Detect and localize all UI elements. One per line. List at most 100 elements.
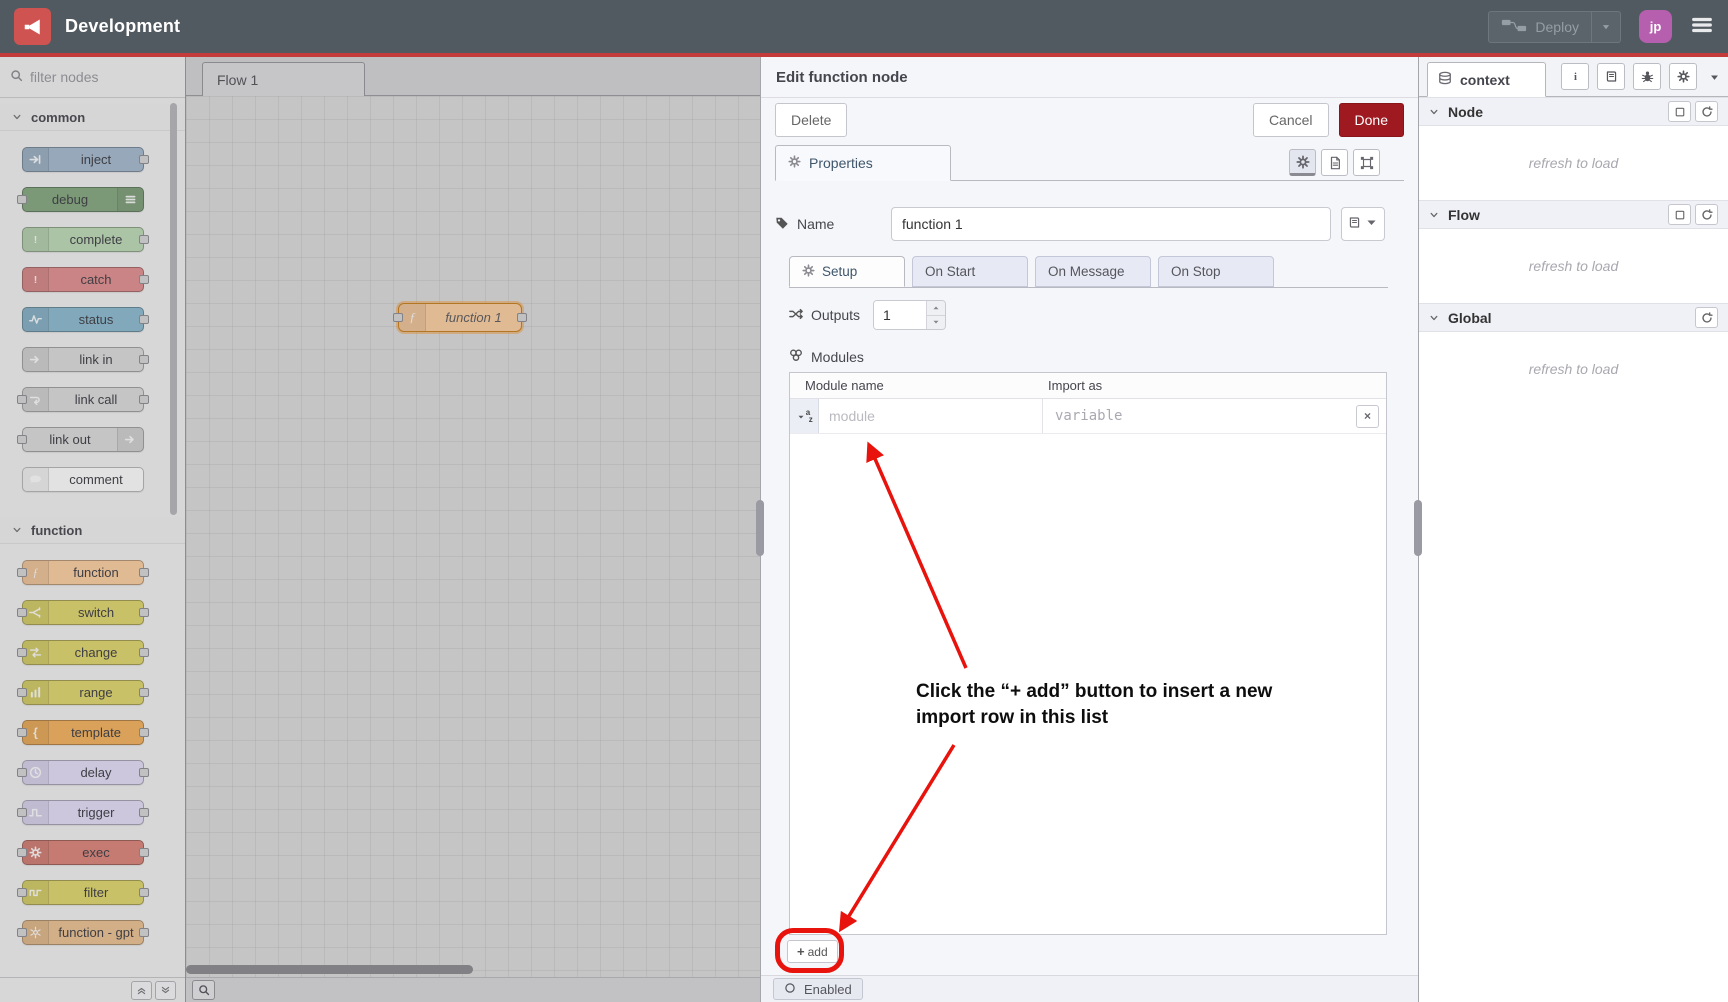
deploy-options-caret[interactable] bbox=[1591, 12, 1620, 42]
tab-debug-button[interactable] bbox=[1633, 63, 1661, 90]
sidebar-resize-grip[interactable] bbox=[1414, 500, 1422, 556]
palette-category-function[interactable]: function bbox=[0, 517, 185, 544]
name-label-options-button[interactable] bbox=[1341, 207, 1385, 241]
collapse-all-button[interactable] bbox=[131, 981, 152, 1000]
outputs-input[interactable] bbox=[874, 301, 926, 329]
deploy-button[interactable]: Deploy bbox=[1488, 11, 1621, 43]
name-input[interactable] bbox=[891, 207, 1331, 241]
node-red-logo-icon bbox=[14, 8, 51, 45]
exclaim-icon: ! bbox=[23, 228, 49, 251]
palette-node-switch[interactable]: switch bbox=[22, 600, 144, 625]
palette-node-inject[interactable]: inject bbox=[22, 147, 144, 172]
refresh-button[interactable] bbox=[1695, 307, 1718, 328]
palette-node-debug[interactable]: debug bbox=[22, 187, 144, 212]
tab-on-message[interactable]: On Message bbox=[1035, 256, 1151, 287]
done-button[interactable]: Done bbox=[1339, 103, 1404, 137]
modules-icon bbox=[789, 348, 803, 365]
palette-node-delay[interactable]: delay bbox=[22, 760, 144, 785]
node-red-app: Development Deploy jp common inject debug!… bbox=[0, 0, 1728, 1002]
palette-node-range[interactable]: range bbox=[22, 680, 144, 705]
tab-on-stop[interactable]: On Stop bbox=[1158, 256, 1274, 287]
add-button[interactable]: + add bbox=[787, 940, 838, 963]
tab-context[interactable]: context bbox=[1427, 62, 1546, 97]
node-input-port bbox=[17, 688, 27, 697]
sidebar-section-flow[interactable]: Flow bbox=[1419, 200, 1728, 229]
row-handle[interactable]: az bbox=[790, 399, 819, 433]
palette-node-status[interactable]: status bbox=[22, 307, 144, 332]
palette-node-link-call[interactable]: link call bbox=[22, 387, 144, 412]
palette-node-function-gpt[interactable]: function - gpt bbox=[22, 920, 144, 945]
palette-node-link-in[interactable]: link in bbox=[22, 347, 144, 372]
main-menu-button[interactable] bbox=[1690, 14, 1714, 39]
node-input-port bbox=[17, 435, 27, 444]
tab-config-button[interactable] bbox=[1669, 63, 1697, 90]
workspace-title: Development bbox=[65, 16, 180, 37]
pages-icon bbox=[1348, 216, 1361, 232]
palette-node-template[interactable]: {template bbox=[22, 720, 144, 745]
module-name-input[interactable] bbox=[819, 399, 1043, 433]
palette-search[interactable] bbox=[0, 57, 185, 98]
chevron-down-icon bbox=[1429, 104, 1439, 120]
tab-info-button[interactable]: i bbox=[1561, 63, 1589, 90]
sidebar-section-node[interactable]: Node bbox=[1419, 97, 1728, 126]
node-input-port bbox=[17, 195, 27, 204]
collapse-section-button[interactable] bbox=[1668, 204, 1691, 225]
tray-footer: Enabled bbox=[761, 975, 1418, 1002]
canvas-grid[interactable]: ƒ function 1 bbox=[186, 96, 760, 977]
palette-node-label: delay bbox=[49, 761, 143, 784]
user-avatar[interactable]: jp bbox=[1639, 10, 1672, 43]
database-icon bbox=[1438, 71, 1452, 88]
refresh-button[interactable] bbox=[1695, 204, 1718, 225]
outputs-increment-button[interactable] bbox=[927, 301, 945, 316]
section-empty-message: refresh to load bbox=[1419, 229, 1728, 303]
palette-node-change[interactable]: change bbox=[22, 640, 144, 665]
collapse-section-button[interactable] bbox=[1668, 101, 1691, 122]
expand-all-button[interactable] bbox=[155, 981, 176, 1000]
enabled-toggle[interactable]: Enabled bbox=[773, 978, 863, 1000]
sidebar-tabs-caret[interactable] bbox=[1709, 70, 1720, 86]
import-as-input[interactable] bbox=[1043, 399, 1356, 433]
palette-node-link-out[interactable]: link out bbox=[22, 427, 144, 452]
canvas-zoom-button[interactable] bbox=[192, 980, 215, 1000]
palette-node-catch[interactable]: !catch bbox=[22, 267, 144, 292]
node-input-port[interactable] bbox=[393, 313, 403, 322]
node-output-port[interactable] bbox=[517, 313, 527, 322]
tab-on-start[interactable]: On Start bbox=[912, 256, 1028, 287]
palette-scrollbar[interactable] bbox=[170, 103, 177, 515]
tab-properties-icon-button[interactable] bbox=[1289, 149, 1316, 176]
palette-node-filter[interactable]: filter bbox=[22, 880, 144, 905]
canvas-horizontal-scrollbar[interactable] bbox=[186, 965, 473, 974]
filter-nodes-input[interactable] bbox=[30, 69, 150, 85]
palette-node-function[interactable]: ƒfunction bbox=[22, 560, 144, 585]
palette-category-common[interactable]: common bbox=[0, 104, 185, 131]
palette-node-label: trigger bbox=[49, 801, 143, 824]
palette-node-complete[interactable]: !complete bbox=[22, 227, 144, 252]
sidebar-section-global[interactable]: Global bbox=[1419, 303, 1728, 332]
tab-help-button[interactable] bbox=[1597, 63, 1625, 90]
tab-properties[interactable]: Properties bbox=[775, 145, 951, 181]
pulse-icon bbox=[23, 308, 49, 331]
flow-tabbar: Flow 1 bbox=[186, 57, 760, 96]
tab-description-button[interactable] bbox=[1321, 149, 1348, 176]
tab-flow-1[interactable]: Flow 1 bbox=[202, 62, 365, 96]
flow-canvas[interactable]: Flow 1 ƒ function 1 bbox=[186, 57, 760, 1002]
palette-node-comment[interactable]: comment bbox=[22, 467, 144, 492]
tray-resize-grip[interactable] bbox=[756, 500, 764, 556]
outputs-decrement-button[interactable] bbox=[927, 316, 945, 330]
sidebar-tabbar: context i bbox=[1419, 57, 1728, 97]
palette-node-label: range bbox=[49, 681, 143, 704]
remove-row-button[interactable]: × bbox=[1356, 405, 1379, 428]
palette-node-exec[interactable]: exec bbox=[22, 840, 144, 865]
comment-icon bbox=[23, 468, 49, 491]
palette-node-label: link out bbox=[23, 428, 117, 451]
canvas-node-function-1[interactable]: ƒ function 1 bbox=[398, 303, 522, 332]
chevron-down-icon bbox=[1429, 310, 1439, 326]
refresh-button[interactable] bbox=[1695, 101, 1718, 122]
sort-az-icon: az bbox=[807, 409, 811, 423]
tab-setup[interactable]: Setup bbox=[789, 256, 905, 287]
tab-appearance-button[interactable] bbox=[1353, 149, 1380, 176]
delete-button[interactable]: Delete bbox=[775, 103, 847, 137]
cancel-button[interactable]: Cancel bbox=[1253, 103, 1329, 137]
outputs-spinner bbox=[873, 300, 946, 330]
palette-node-trigger[interactable]: trigger bbox=[22, 800, 144, 825]
